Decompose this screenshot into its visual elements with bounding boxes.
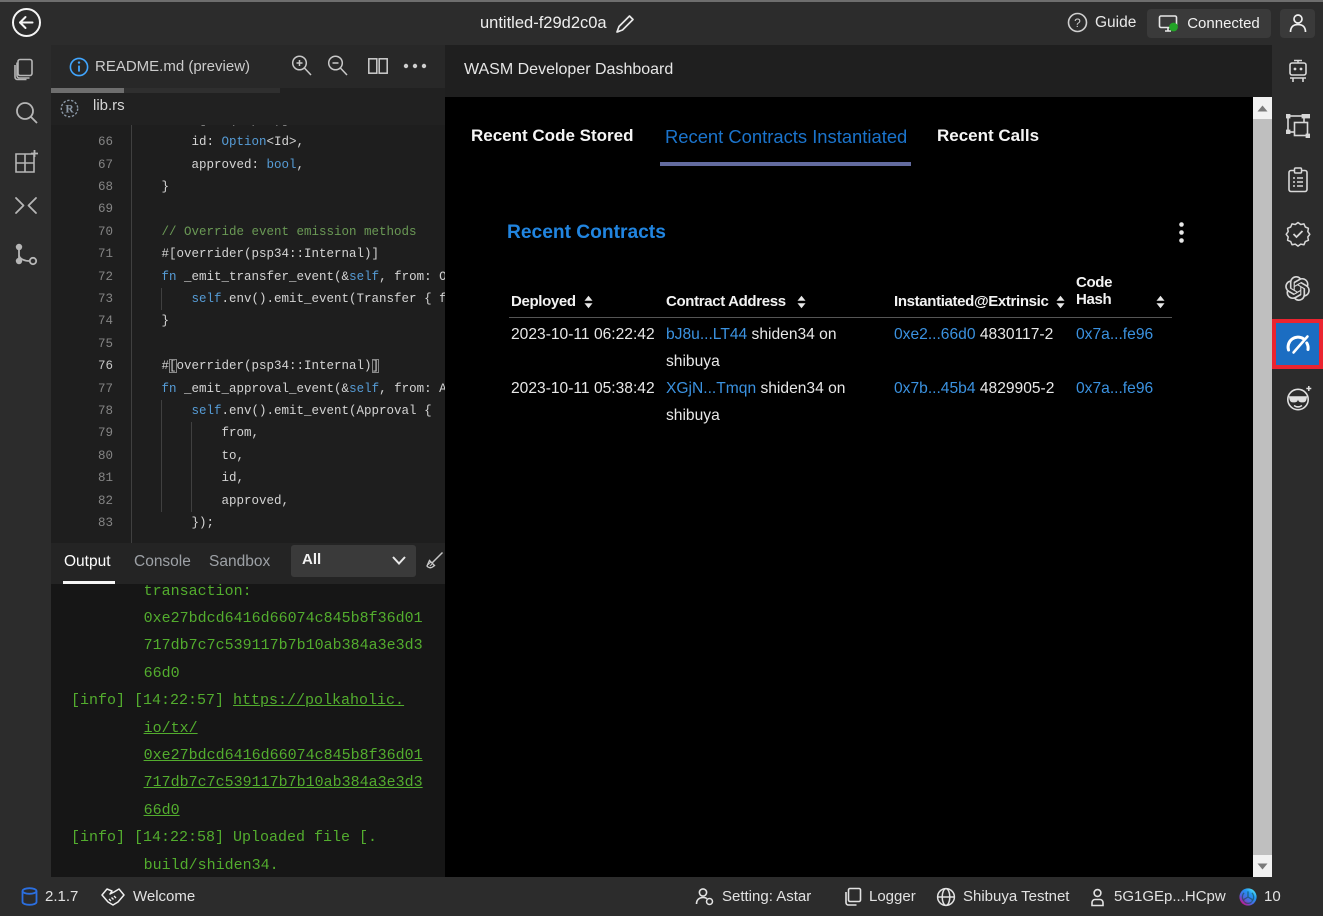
svg-text:?: ? <box>1074 16 1081 30</box>
svg-text:R: R <box>65 104 74 116</box>
